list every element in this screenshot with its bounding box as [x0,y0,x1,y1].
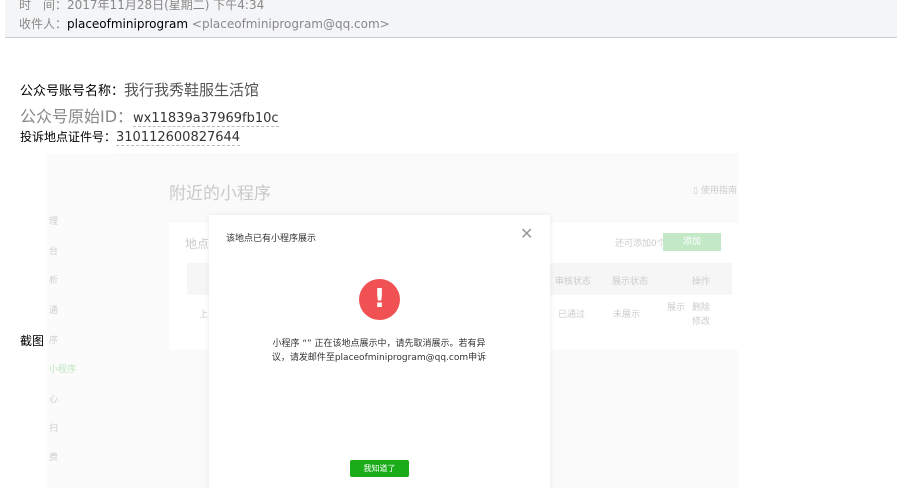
column-header: 审核状态 [555,277,592,287]
table-cell: 上 [199,310,209,320]
cert-value: 310112600827644 [116,130,241,146]
alert-modal: 该地点已有小程序展示 ✕ ! 小程序 “” 正在该地点展示中，请先取消展示。若有… [209,215,550,488]
remaining-count: 还可添加0个 [615,239,666,249]
sidebar-item-active: 小程序 [49,365,77,375]
column-header: 操作 [692,277,711,287]
sidebar-item: 心 [49,395,59,405]
recipient-row: 收件人：placeofminiprogram <placeofminiprogr… [19,15,390,32]
warning-icon: ! [359,279,400,320]
sidebar-item: 台 [49,247,59,257]
email-header: 时 间：2017年11月28日(星期二) 下午4:34 收件人：placeofm… [5,0,897,38]
column-header: 展示状态 [612,277,649,287]
delete-action: 删除 [692,303,711,313]
screenshot-caption: 截图 [20,334,45,348]
page-title: 附近的小程序 [169,184,271,204]
add-button: 添加 [663,233,721,251]
original-id-row: 公众号原始ID：wx11839a37969fb10c [20,103,279,127]
document-icon: ▯ [693,186,701,196]
sidebar-item: 费 [49,453,59,463]
sidebar-item: 通 [49,306,59,316]
recipient-label: 收件人： [19,17,68,31]
account-name-label: 公众号账号名称： [20,84,125,99]
account-name-row: 公众号账号名称：我行我秀鞋服生活馆 [20,79,259,100]
display-status: 未展示 [613,310,641,320]
guide-label: 使用指南 [700,186,737,196]
modal-message: 小程序 “” 正在该地点展示中，请先取消展示。若有异议，请发邮件至placeof… [271,339,487,363]
embedded-screenshot: 理 台 析 通 序 小程序 心 扫 费 附近的小程序 ▯ 使用指南 地点 还可添… [47,153,738,488]
modal-title: 该地点已有小程序展示 [226,234,317,244]
recipient-email[interactable]: <placeofminiprogram@qq.com> [192,17,390,31]
original-id-label: 公众号原始ID： [20,107,134,126]
cert-label: 投诉地点证件号： [20,130,117,144]
sidebar-item: 理 [49,217,59,227]
audit-status: 已通过 [558,310,586,320]
recipient-name[interactable]: placeofminiprogram [67,17,188,31]
original-id-value: wx11839a37969fb10c [133,111,279,127]
time-value: 2017年11月28日(星期二) 下午4:34 [67,0,265,12]
edit-action: 修改 [692,317,711,327]
sidebar-item: 序 [49,336,59,346]
sidebar-item: 扫 [49,424,59,434]
time-row: 时 间：2017年11月28日(星期二) 下午4:34 [19,0,264,13]
ok-button: 我知道了 [350,460,409,477]
show-action: 展示 [667,303,686,313]
sidebar-item: 析 [49,276,59,286]
account-name-value: 我行我秀鞋服生活馆 [124,81,260,99]
sidebar: 理 台 析 通 序 小程序 心 扫 费 [47,153,117,488]
card-title: 地点 [185,237,210,251]
guide-link: ▯ 使用指南 [693,183,737,196]
cert-row: 投诉地点证件号：310112600827644 [20,128,241,146]
time-label: 时 间： [19,0,68,12]
close-icon: ✕ [520,224,534,243]
